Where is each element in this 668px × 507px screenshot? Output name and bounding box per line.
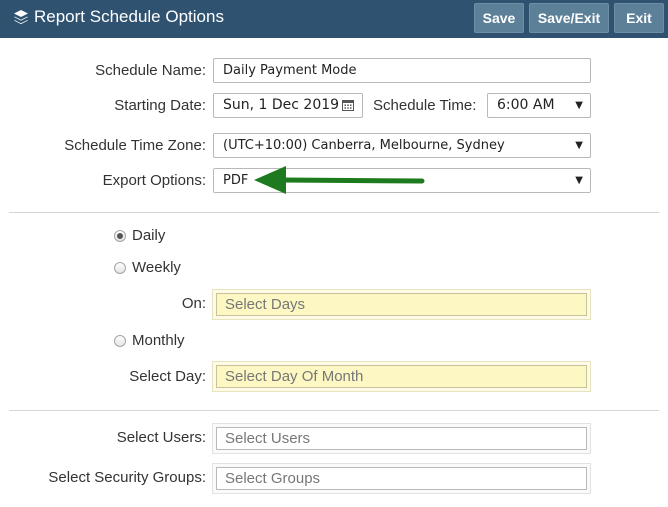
annotation-arrow-icon (254, 166, 425, 194)
select-security-groups-label: Select Security Groups: (48, 469, 206, 486)
schedule-time-label: Schedule Time: (373, 97, 477, 114)
select-groups-input[interactable]: Select Groups (216, 467, 587, 490)
export-options-value: PDF (223, 173, 249, 188)
starting-date-input[interactable]: Sun, 1 Dec 2019 (213, 93, 363, 118)
starting-date-value: Sun, 1 Dec 2019 (223, 97, 340, 113)
select-day-of-month-input[interactable]: Select Day Of Month (216, 365, 587, 388)
export-options-label: Export Options: (102, 172, 206, 189)
chevron-down-icon: ▼ (575, 175, 583, 186)
schedule-time-select[interactable]: 6:00 AM ▼ (487, 93, 591, 118)
header-title-wrap: Report Schedule Options (13, 7, 224, 27)
save-button[interactable]: Save (474, 3, 524, 33)
select-users-field[interactable]: Select Users (212, 423, 591, 454)
time-zone-label: Schedule Time Zone: (64, 137, 206, 154)
radio-weekly[interactable] (114, 262, 126, 274)
chevron-down-icon: ▼ (575, 140, 583, 151)
select-day-label: Select Day: (129, 368, 206, 385)
radio-monthly-label: Monthly (132, 332, 185, 349)
select-users-input[interactable]: Select Users (216, 427, 587, 450)
exit-button[interactable]: Exit (614, 3, 664, 33)
header-bar: Report Schedule Options Save Save/Exit E… (0, 0, 668, 38)
select-users-label: Select Users: (116, 429, 206, 446)
select-groups-field[interactable]: Select Groups (212, 463, 591, 494)
on-label: On: (181, 295, 206, 312)
schedule-time-value: 6:00 AM (497, 97, 555, 113)
page-title: Report Schedule Options (34, 7, 224, 26)
radio-weekly-label: Weekly (132, 259, 181, 276)
layers-icon (14, 10, 28, 25)
divider (9, 212, 659, 213)
schedule-name-input[interactable]: Daily Payment Mode (213, 58, 591, 83)
radio-monthly[interactable] (114, 335, 126, 347)
select-day-of-month-field[interactable]: Select Day Of Month (212, 361, 591, 392)
radio-daily-row[interactable]: Daily (114, 227, 165, 245)
radio-daily-label: Daily (132, 227, 166, 244)
time-zone-select[interactable]: (UTC+10:00) Canberra, Melbourne, Sydney … (213, 133, 591, 158)
radio-daily[interactable] (114, 230, 126, 242)
select-days-field[interactable]: Select Days (212, 289, 591, 320)
radio-weekly-row[interactable]: Weekly (114, 259, 181, 277)
schedule-name-label: Schedule Name: (95, 62, 206, 79)
time-zone-value: (UTC+10:00) Canberra, Melbourne, Sydney (223, 138, 505, 153)
chevron-down-icon: ▼ (575, 100, 583, 111)
divider (9, 410, 659, 411)
calendar-icon[interactable] (342, 99, 354, 111)
starting-date-label: Starting Date: (114, 97, 206, 114)
save-exit-button[interactable]: Save/Exit (529, 3, 609, 33)
radio-monthly-row[interactable]: Monthly (114, 332, 185, 350)
select-days-input[interactable]: Select Days (216, 293, 587, 316)
